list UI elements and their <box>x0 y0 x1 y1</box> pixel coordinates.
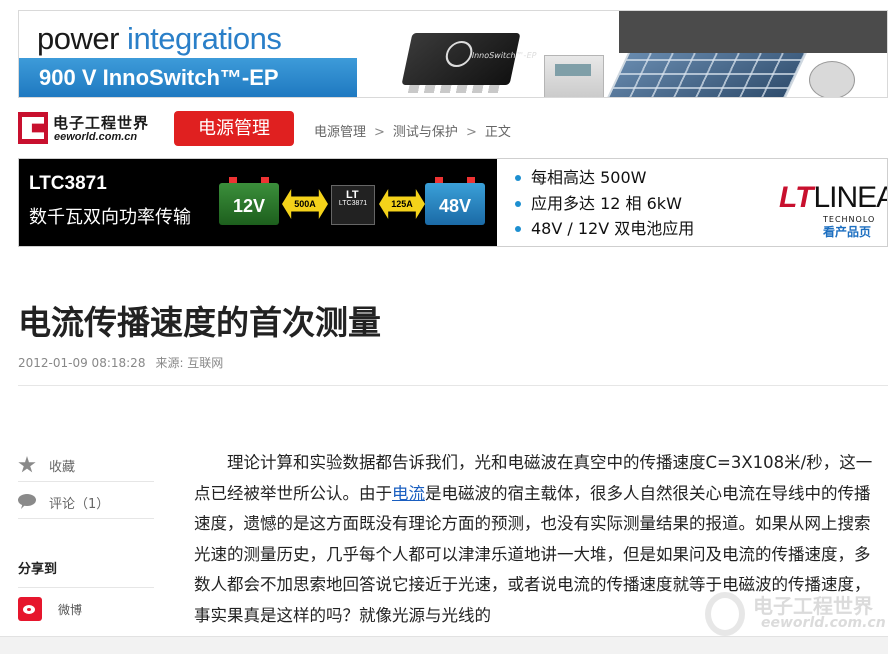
breadcrumb-separator: > <box>465 125 477 140</box>
share-divider <box>18 587 154 588</box>
ad-feature-item: 每相高达 500W <box>515 165 694 191</box>
chip-text: InnoSwitch™-EP <box>470 51 538 60</box>
bidirectional-arrow-icon: 125A <box>379 189 425 219</box>
banner-overlay <box>619 11 887 53</box>
article-title: 电流传播速度的首次测量 <box>18 303 381 342</box>
watermark-domain: eeworld.com.cn <box>761 615 886 631</box>
chip-brand-mark: LT <box>346 189 359 201</box>
header-divider <box>18 385 888 386</box>
logo-word-power: power <box>37 21 119 56</box>
eeworld-logo-icon[interactable] <box>18 112 48 144</box>
breadcrumb-item-test-protection[interactable]: 测试与保护 <box>393 125 458 140</box>
weibo-label: 微博 <box>58 603 83 617</box>
top-banner-ad[interactable]: power integrations 900 V InnoSwitch™-EP … <box>18 10 888 98</box>
linear-technology-logo: LTLINEA TECHNOLO <box>779 181 888 224</box>
eeworld-watermark: 电子工程世界 eeworld.com.cn <box>705 590 888 640</box>
logo-word-integrations: integrations <box>118 21 282 56</box>
ad-feature-item: 应用多达 12 相 6kW <box>515 191 694 217</box>
power-integrations-logo: power integrations <box>37 21 282 57</box>
comment-icon <box>18 493 36 511</box>
chip-pins <box>407 85 502 93</box>
bidirectional-arrow-icon: 500A <box>282 189 328 219</box>
chip-image: InnoSwitch™-EP <box>401 33 537 93</box>
ad-subtitle: 数千瓦双向功率传输 <box>29 207 191 228</box>
article-meta: 2012-01-09 08:18:28 来源: 互联网 <box>18 354 223 371</box>
comment-label: 评论（1） <box>49 497 110 512</box>
ad-dark-panel: LTC3871 数千瓦双向功率传输 12V 500A LT LTC3871 125… <box>19 159 497 246</box>
logo-c-shape <box>22 117 44 139</box>
watermark-e-icon <box>705 592 745 636</box>
favorite-label: 收藏 <box>49 460 76 475</box>
current-keyword-link[interactable]: 电流 <box>392 484 425 503</box>
breadcrumb: 电源管理 > 测试与保护 > 正文 <box>314 121 511 140</box>
logo-chinese-text[interactable]: 电子工程世界 <box>53 112 149 133</box>
view-product-page-link[interactable]: 看产品页 <box>823 223 871 240</box>
chip-logo-icon <box>443 41 475 67</box>
article-source: 来源: 互联网 <box>155 356 224 370</box>
channel-power-management-button[interactable]: 电源管理 <box>174 111 294 146</box>
battery-12v-icon: 12V <box>219 177 279 225</box>
ad-feature-list: 每相高达 500W 应用多达 12 相 6kW 48V / 12V 双电池应用 <box>515 165 694 242</box>
share-weibo-button[interactable]: 微博 <box>18 597 154 625</box>
battery-48v-icon: 48V <box>425 177 485 225</box>
weibo-icon <box>18 597 42 621</box>
electric-meter-image <box>809 61 855 97</box>
share-title: 分享到 <box>18 562 58 577</box>
star-icon <box>18 456 36 473</box>
breadcrumb-item-power-management[interactable]: 电源管理 <box>314 125 366 140</box>
power-meter-image <box>544 55 604 97</box>
lt-mark-icon: LT <box>779 181 814 214</box>
ltc3871-ad-banner[interactable]: LTC3871 数千瓦双向功率传输 12V 500A LT LTC3871 125… <box>18 158 888 247</box>
breadcrumb-separator: > <box>374 125 385 140</box>
ltc-chip-icon: LT LTC3871 <box>331 185 375 225</box>
breadcrumb-item-current: 正文 <box>484 125 511 140</box>
site-header: 电子工程世界 eeworld.com.cn 电源管理 电源管理 > 测试与保护 > 正文 <box>18 108 888 150</box>
publish-date: 2012-01-09 08:18:28 <box>18 356 146 370</box>
comment-button[interactable]: 评论（1） <box>18 489 154 519</box>
favorite-button[interactable]: 收藏 <box>18 452 154 482</box>
ad-model-name: LTC3871 <box>29 173 107 194</box>
bottom-scroll-area <box>0 636 888 654</box>
brand-name: LINEA <box>813 181 888 214</box>
ad-feature-item: 48V / 12V 双电池应用 <box>515 216 694 242</box>
meter-screen <box>555 64 591 76</box>
banner-tagline: 900 V InnoSwitch™-EP <box>19 58 357 97</box>
logo-domain-text[interactable]: eeworld.com.cn <box>54 131 137 143</box>
